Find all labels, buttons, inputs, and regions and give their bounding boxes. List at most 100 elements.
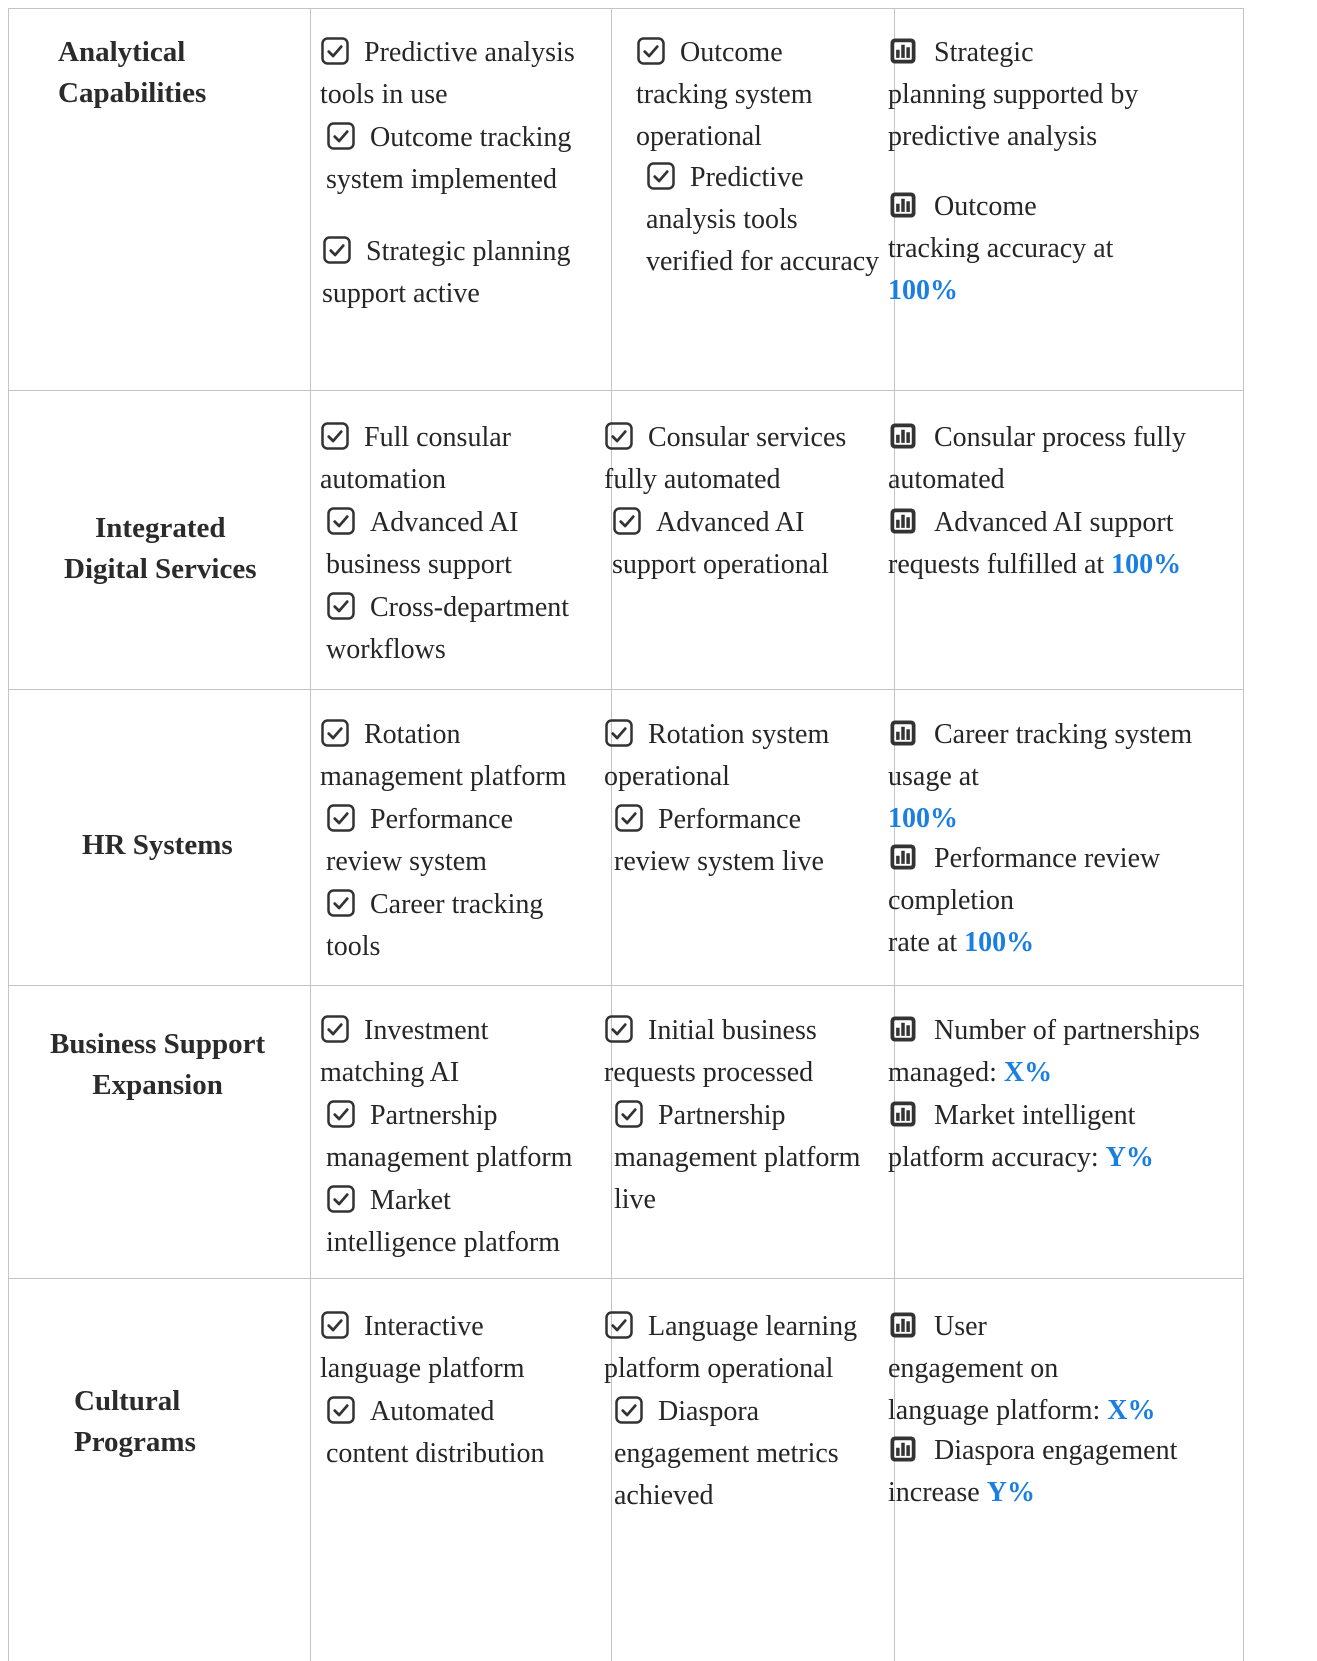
planned-item: Interactive language platform: [320, 1306, 524, 1390]
roadmap-table: Analytical Capabilities Predictive analysi…: [8, 8, 1314, 1661]
planned-item: Market intelligence platform: [326, 1180, 560, 1264]
row-label-line: Programs: [74, 1426, 196, 1458]
achieved-item-text: management platform: [614, 1142, 861, 1173]
planned-item: Advanced AI business support: [326, 502, 519, 586]
check-square-icon: [614, 1395, 644, 1425]
metrics-item-text: Diaspora engagement: [934, 1435, 1178, 1466]
planned-item-text: Partnership: [370, 1100, 498, 1131]
bar-chart-icon: [888, 36, 918, 66]
row-divider: [8, 1278, 1243, 1279]
metrics-item-text: platform accuracy:: [888, 1142, 1099, 1173]
check-square-icon: [326, 888, 356, 918]
metrics-item: Advanced AI support requests fulfilled at…: [888, 502, 1181, 586]
metric-value: 100%: [888, 803, 958, 834]
planned-item-text: Market: [370, 1185, 451, 1216]
metrics-item-text: automated: [888, 464, 1005, 495]
planned-item-text: Investment: [364, 1015, 489, 1046]
row-label-line: HR Systems: [82, 829, 233, 861]
column-divider: [310, 8, 311, 1661]
planned-item-text: Career tracking: [370, 889, 544, 920]
planned-item: Investment matching AI: [320, 1010, 488, 1094]
planned-item-text: tools in use: [320, 79, 448, 110]
achieved-item-text: requests processed: [604, 1057, 814, 1088]
achieved-item: Language learning platform operational: [604, 1306, 857, 1390]
check-square-icon: [326, 1184, 356, 1214]
metrics-item: Performance review completion rate at 100%: [888, 838, 1160, 964]
planned-item-text: Performance: [370, 804, 514, 835]
planned-item-text: tools: [326, 931, 381, 962]
planned-item-text: content distribution: [326, 1438, 545, 1469]
row-label-line: Capabilities: [58, 77, 207, 109]
check-square-icon: [326, 591, 356, 621]
metrics-item-text: planning supported by: [888, 79, 1139, 110]
row-label-line: Expansion: [92, 1069, 223, 1101]
check-square-icon: [326, 1099, 356, 1129]
achieved-item-text: operational: [604, 761, 730, 792]
row-label-line: Business Support: [50, 1028, 266, 1060]
metrics-item-text: rate at: [888, 927, 958, 958]
row-label-line: Digital Services: [64, 553, 257, 585]
metric-value: X%: [1107, 1395, 1156, 1426]
achieved-item-text: Consular services: [648, 422, 847, 453]
metrics-item-text: engagement on: [888, 1353, 1059, 1384]
metrics-item-text: managed:: [888, 1057, 997, 1088]
check-square-icon: [614, 1099, 644, 1129]
metrics-item: Consular process fully automated: [888, 417, 1186, 501]
achieved-item-text: operational: [636, 121, 762, 152]
row-divider: [8, 985, 1243, 986]
bar-chart-icon: [888, 421, 918, 451]
bar-chart-icon: [888, 1014, 918, 1044]
metric-value: 100%: [964, 927, 1035, 958]
row-label: Integrated Digital Services: [64, 508, 256, 590]
planned-item-text: Full consular: [364, 422, 511, 453]
planned-item-text: Outcome tracking: [370, 122, 572, 153]
achieved-item: Performance review system live: [614, 799, 824, 883]
planned-item-text: workflows: [326, 634, 446, 665]
check-square-icon: [614, 803, 644, 833]
check-square-icon: [326, 803, 356, 833]
check-square-icon: [320, 718, 350, 748]
table-border-top: [8, 8, 1243, 9]
metrics-item-text: usage at: [888, 761, 979, 792]
planned-item-text: management platform: [326, 1142, 573, 1173]
check-square-icon: [322, 235, 352, 265]
planned-item: Outcome tracking system implemented: [326, 117, 571, 201]
planned-item-text: support active: [322, 278, 480, 309]
metric-value: Y%: [1105, 1142, 1154, 1173]
achieved-item-text: Diaspora: [658, 1396, 760, 1427]
bar-chart-icon: [888, 1099, 918, 1129]
achieved-item-text: engagement metrics: [614, 1438, 839, 1469]
planned-item-text: Rotation: [364, 719, 461, 750]
achieved-item-text: fully automated: [604, 464, 781, 495]
planned-item-text: matching AI: [320, 1057, 460, 1088]
table-border-right: [1243, 8, 1244, 1661]
check-square-icon: [604, 1310, 634, 1340]
metrics-item: Career tracking system usage at 100%: [888, 714, 1192, 840]
achieved-item-text: Rotation system: [648, 719, 830, 750]
achieved-item-text: tracking system: [636, 79, 813, 110]
metrics-item-text: language platform:: [888, 1395, 1101, 1426]
planned-item: Performance review system: [326, 799, 513, 883]
row-divider: [8, 390, 1243, 391]
metrics-item-text: predictive analysis: [888, 121, 1098, 152]
column-divider: [611, 8, 612, 1661]
metrics-item-text: completion: [888, 885, 1014, 916]
metrics-item-text: increase: [888, 1477, 980, 1508]
achieved-item-text: Performance: [658, 804, 802, 835]
metrics-item-text: Number of partnerships: [934, 1015, 1200, 1046]
achieved-item-text: Partnership: [658, 1100, 786, 1131]
bar-chart-icon: [888, 1434, 918, 1464]
planned-item-text: automation: [320, 464, 446, 495]
check-square-icon: [636, 36, 666, 66]
check-square-icon: [646, 161, 676, 191]
achieved-item-text: Language learning: [648, 1311, 858, 1342]
planned-item: Predictive analysis tools in use: [320, 32, 575, 116]
achieved-item: Rotation system operational: [604, 714, 829, 798]
check-square-icon: [604, 718, 634, 748]
row-label-line: Integrated: [95, 512, 226, 544]
planned-item-text: review system: [326, 846, 487, 877]
check-square-icon: [604, 1014, 634, 1044]
metric-value: 100%: [888, 275, 958, 306]
metrics-item-text: Career tracking system: [934, 719, 1193, 750]
metrics-item-text: requests fulfilled at: [888, 549, 1105, 580]
